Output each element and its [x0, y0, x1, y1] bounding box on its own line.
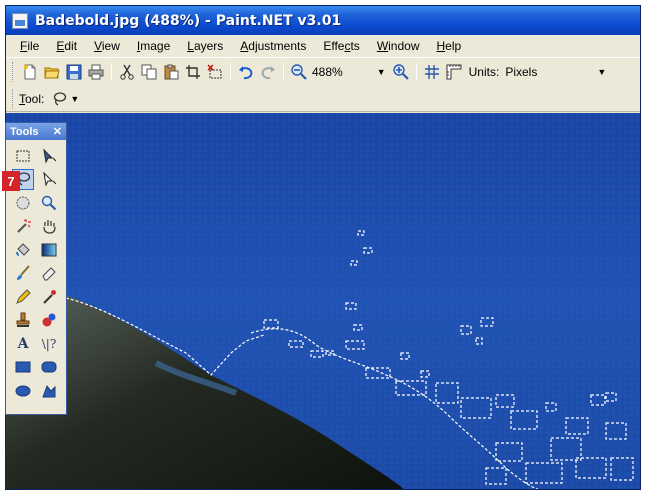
open-folder-icon[interactable] — [44, 64, 60, 80]
step-badge: 7 — [2, 171, 20, 191]
rectangle-icon — [15, 361, 31, 373]
paintnet-window: Badebold.jpg (488%) - Paint.NET v3.01 Fi… — [5, 5, 641, 490]
line-curve-icon: \|? — [41, 336, 57, 351]
rulers-icon[interactable] — [446, 64, 462, 80]
title-bar: Badebold.jpg (488%) - Paint.NET v3.01 — [6, 6, 640, 35]
zoom-value[interactable]: 488% — [312, 65, 343, 79]
gradient-tool[interactable] — [38, 239, 60, 260]
grid-icon[interactable] — [424, 64, 440, 80]
copy-icon[interactable] — [141, 64, 157, 80]
main-toolbar: 488% ▼ Units: Pixels ▼ — [6, 57, 640, 85]
menu-image[interactable]: Image — [129, 39, 179, 53]
rectangle-select-icon — [16, 150, 30, 161]
zoom-in-icon[interactable] — [392, 63, 409, 80]
rectangle-select-tool[interactable] — [12, 145, 34, 166]
paste-icon[interactable] — [163, 64, 179, 80]
text-tool[interactable]: A — [12, 333, 34, 354]
freeform-shape-tool[interactable] — [38, 380, 60, 401]
toolbar-separator — [111, 62, 112, 81]
undo-icon[interactable] — [238, 64, 254, 80]
save-icon[interactable] — [66, 64, 82, 80]
pan-tool[interactable] — [38, 216, 60, 237]
recolor-tool[interactable] — [38, 310, 60, 331]
tools-panel: Tools ✕ A \|? — [5, 122, 67, 415]
paint-bucket-icon — [16, 242, 30, 256]
hand-icon — [43, 220, 56, 234]
menu-adjustments[interactable]: Adjustments — [232, 39, 315, 53]
paintbrush-icon — [17, 265, 30, 280]
units-select[interactable]: Pixels — [505, 65, 597, 79]
toolbar-separator — [230, 62, 231, 81]
menu-view[interactable]: View — [86, 39, 129, 53]
ellipse-select-icon — [16, 196, 30, 209]
ellipse-icon — [15, 385, 31, 396]
text-tool-icon: A — [17, 335, 29, 352]
color-picker-icon — [43, 289, 56, 304]
new-file-icon[interactable] — [22, 64, 38, 80]
magic-wand-icon — [17, 219, 31, 233]
move-selection-tool[interactable] — [38, 169, 60, 190]
clone-stamp-icon — [16, 312, 30, 327]
rounded-rectangle-tool[interactable] — [38, 357, 60, 378]
crop-to-selection-icon[interactable] — [185, 64, 201, 80]
toolbar-separator — [415, 62, 417, 81]
lasso-icon[interactable] — [51, 91, 67, 107]
cut-icon[interactable] — [119, 64, 135, 80]
zoom-dropdown-arrow-icon[interactable]: ▼ — [377, 67, 386, 77]
magic-wand-tool[interactable] — [12, 216, 34, 237]
tool-dropdown-arrow-icon[interactable]: ▼ — [70, 94, 79, 104]
rounded-rectangle-icon — [41, 361, 57, 373]
tool-label: Tool: — [19, 91, 45, 106]
image-canvas[interactable] — [6, 113, 640, 489]
ellipse-select-tool[interactable] — [12, 192, 34, 213]
print-icon[interactable] — [88, 64, 104, 80]
recolor-icon — [42, 313, 56, 327]
ellipse-tool[interactable] — [12, 380, 34, 401]
menu-effects[interactable]: Effects — [315, 39, 368, 53]
tool-options-bar: Tool: ▼ — [6, 86, 640, 112]
eraser-tool[interactable] — [38, 263, 60, 284]
clone-stamp-tool[interactable] — [12, 310, 34, 331]
rectangle-tool[interactable] — [12, 357, 34, 378]
units-dropdown-arrow-icon[interactable]: ▼ — [597, 67, 606, 77]
toolbar-separator — [283, 62, 284, 81]
move-pixels-icon — [43, 148, 57, 164]
toolbar-grip[interactable] — [12, 88, 15, 109]
close-icon[interactable]: ✕ — [53, 125, 62, 138]
canvas-image — [6, 113, 640, 489]
toolbar-grip[interactable] — [12, 61, 15, 82]
line-curve-tool[interactable]: \|? — [38, 333, 60, 354]
menu-edit[interactable]: Edit — [48, 39, 86, 53]
menu-file[interactable]: File — [12, 39, 48, 53]
window-title: Badebold.jpg (488%) - Paint.NET v3.01 — [35, 12, 342, 29]
eraser-icon — [42, 267, 56, 281]
gradient-icon — [41, 243, 57, 256]
pencil-tool[interactable] — [12, 286, 34, 307]
menu-bar: File Edit View Image Layers Adjustments … — [6, 35, 640, 57]
magnifier-icon — [41, 195, 57, 210]
redo-icon[interactable] — [260, 64, 276, 80]
freeform-shape-icon — [42, 384, 56, 397]
menu-window[interactable]: Window — [369, 39, 429, 53]
tools-panel-header[interactable]: Tools ✕ — [6, 123, 66, 140]
zoom-tool[interactable] — [38, 192, 60, 213]
paint-bucket-tool[interactable] — [12, 239, 34, 260]
menu-help[interactable]: Help — [429, 39, 471, 53]
pencil-icon — [16, 288, 31, 304]
units-label: Units: — [468, 64, 500, 79]
tools-panel-title: Tools — [10, 125, 39, 138]
move-selection-icon — [43, 171, 57, 187]
move-selected-pixels-tool[interactable] — [38, 145, 60, 166]
deselect-icon[interactable] — [207, 64, 223, 80]
color-picker-tool[interactable] — [38, 286, 60, 307]
zoom-out-icon[interactable] — [291, 63, 307, 80]
app-icon — [12, 12, 28, 29]
paintbrush-tool[interactable] — [12, 263, 34, 284]
menu-layers[interactable]: Layers — [179, 39, 232, 53]
